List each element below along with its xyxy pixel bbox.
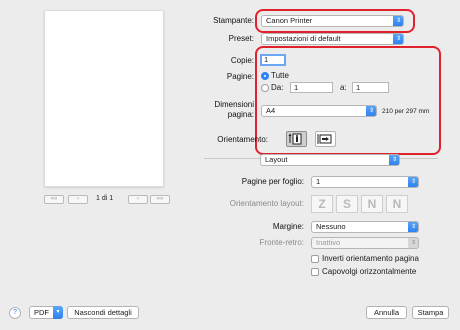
chevron-updown-icon: ⇕	[408, 177, 418, 187]
preset-popup[interactable]: Impostazioni di default ⇕	[261, 33, 404, 45]
pages-all-label: Tutte	[271, 71, 289, 80]
pages-all-radio[interactable]	[261, 72, 269, 80]
pdf-menu-button[interactable]: PDF ▾	[29, 306, 63, 319]
chevron-updown-icon: ⇕	[389, 155, 399, 165]
border-popup[interactable]: Nessuno ⇕	[311, 221, 419, 233]
border-value: Nessuno	[316, 222, 346, 231]
two-sided-value: Inattivo	[316, 238, 341, 247]
pages-per-sheet-label: Pagine per foglio:	[241, 177, 304, 186]
pages-per-sheet-popup[interactable]: 1 ⇕	[311, 176, 419, 188]
page-indicator: 1 di 1	[96, 195, 114, 202]
pages-to-label: a:	[340, 83, 347, 92]
chevron-updown-icon: ⇕	[408, 222, 418, 232]
help-button[interactable]: ?	[9, 307, 21, 319]
chevron-updown-icon: ⇕	[393, 34, 403, 44]
preset-label: Preset:	[228, 34, 254, 43]
layout-z-button[interactable]: Z	[311, 195, 333, 213]
paper-size-popup[interactable]: A4 ⇕	[261, 105, 377, 117]
pages-to-input[interactable]: 1	[352, 82, 389, 93]
landscape-orientation-button[interactable]	[315, 131, 336, 147]
paper-size-dimensions: 210 per 297 mm	[382, 108, 430, 115]
hide-details-button[interactable]: Nascondi dettagli	[67, 306, 139, 319]
cancel-button[interactable]: Annulla	[366, 306, 407, 319]
pdf-label: PDF	[34, 308, 49, 317]
preset-value: Impostazioni di default	[266, 34, 341, 43]
section-value: Layout	[265, 155, 288, 164]
chevron-updown-icon: ⇕	[366, 106, 376, 116]
section-popup[interactable]: Layout ⇕	[260, 154, 400, 166]
chevron-updown-icon: ⇕	[408, 238, 418, 248]
paper-size-label-line1: Dimensioni	[214, 100, 254, 109]
chevron-down-icon: ▾	[53, 306, 63, 319]
printer-popup[interactable]: Canon Printer ⇕	[261, 15, 404, 27]
last-page-button[interactable]: »»	[150, 195, 170, 204]
pages-label: Pagine:	[226, 72, 254, 81]
layout-n-button[interactable]: N	[361, 195, 383, 213]
landscape-icon	[317, 134, 332, 144]
pages-per-sheet-value: 1	[316, 177, 321, 186]
reverse-orientation-checkbox[interactable]	[311, 255, 319, 263]
copies-label: Copie:	[230, 56, 254, 65]
page-preview	[44, 10, 164, 187]
paper-size-label-line2: pagina:	[227, 110, 254, 119]
copies-input[interactable]: 1	[260, 54, 286, 66]
next-page-button[interactable]: ›	[128, 195, 148, 204]
two-sided-label: Fronte-retro:	[259, 238, 304, 247]
two-sided-popup[interactable]: Inattivo ⇕	[311, 237, 419, 249]
portrait-icon	[288, 133, 302, 145]
pages-range-radio[interactable]	[261, 84, 269, 92]
layout-s-button[interactable]: S	[336, 195, 358, 213]
previous-page-button[interactable]: ‹	[68, 195, 88, 204]
border-label: Margine:	[272, 222, 304, 231]
layout-n-reverse-button[interactable]: N	[386, 195, 408, 213]
paper-size-value: A4	[266, 106, 276, 115]
printer-value: Canon Printer	[266, 16, 313, 25]
layout-direction-label: Orientamento layout:	[229, 199, 304, 208]
orientation-label: Orientamento:	[217, 135, 268, 144]
print-button[interactable]: Stampa	[412, 306, 449, 319]
portrait-orientation-button[interactable]	[286, 131, 307, 147]
printer-label: Stampante:	[213, 16, 254, 25]
reverse-orientation-label: Inverti orientamento pagina	[322, 254, 419, 263]
pages-from-label: Da:	[271, 83, 284, 92]
first-page-button[interactable]: ««	[44, 195, 64, 204]
chevron-updown-icon: ⇕	[393, 16, 403, 26]
flip-horizontal-label: Capovolgi orizzontalmente	[322, 267, 417, 276]
pages-from-input[interactable]: 1	[290, 82, 333, 93]
flip-horizontal-checkbox[interactable]	[311, 268, 319, 276]
